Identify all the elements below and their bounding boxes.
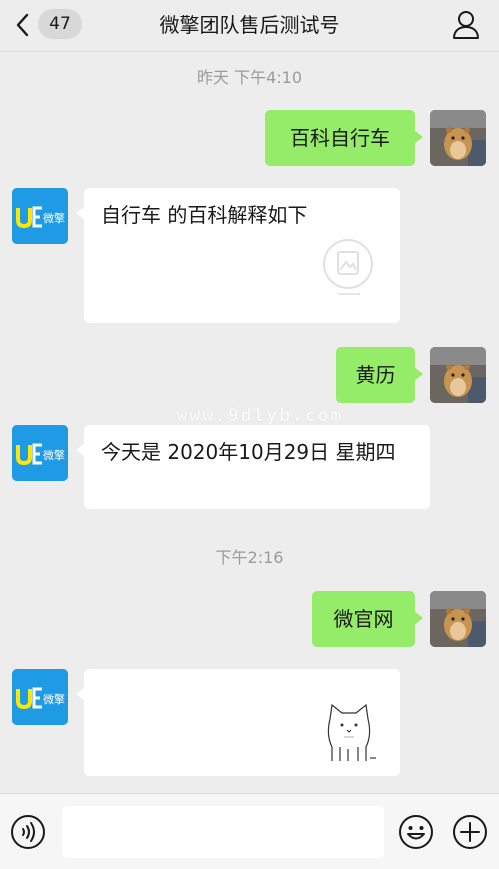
outgoing-message[interactable]: 微官网 xyxy=(312,591,423,647)
input-bar xyxy=(0,793,499,869)
message-input[interactable] xyxy=(62,806,384,858)
incoming-card-message[interactable] xyxy=(76,669,400,776)
voice-icon[interactable] xyxy=(10,814,46,850)
plus-icon[interactable] xyxy=(452,814,488,850)
bot-logo-text: 微擎 xyxy=(43,211,65,225)
profile-icon[interactable] xyxy=(452,10,480,40)
bot-avatar[interactable]: 微擎 xyxy=(12,669,68,725)
chat-title: 微擎团队售后测试号 xyxy=(159,13,340,37)
outgoing-message[interactable]: 百科自行车 xyxy=(265,110,423,166)
incoming-message-text: 今天是 2020年10月29日 星期四 xyxy=(101,440,396,464)
thumbnail-placeholder-icon xyxy=(323,239,373,295)
bot-avatar[interactable]: 微擎 xyxy=(12,425,68,481)
user-avatar[interactable] xyxy=(430,347,486,403)
bot-logo-text: 微擎 xyxy=(43,692,65,706)
bot-avatar[interactable]: 微擎 xyxy=(12,188,68,244)
chat-header: 47 微擎团队售后测试号 xyxy=(0,0,499,52)
outgoing-message[interactable]: 黄历 xyxy=(336,347,423,403)
timestamp: 昨天 下午4:10 xyxy=(196,68,303,87)
incoming-message[interactable]: 今天是 2020年10月29日 星期四 xyxy=(76,425,430,509)
watermark: www.9dlyb.com xyxy=(176,405,344,426)
incoming-message[interactable]: 自行车 的百科解释如下 xyxy=(76,188,400,323)
emoji-icon[interactable] xyxy=(398,814,434,850)
hamster-avatar-image xyxy=(430,347,486,403)
hamster-avatar-image xyxy=(430,110,486,166)
weiqing-logo-icon: 微擎 xyxy=(12,188,68,244)
incoming-message-text: 自行车 的百科解释如下 xyxy=(101,203,308,227)
unread-count-badge[interactable]: 47 xyxy=(38,9,82,39)
bot-logo-text: 微擎 xyxy=(43,448,65,462)
hamster-avatar-image xyxy=(430,591,486,647)
user-avatar[interactable] xyxy=(430,591,486,647)
timestamp: 下午2:16 xyxy=(215,548,284,567)
weiqing-logo-icon: 微擎 xyxy=(12,425,68,481)
user-avatar[interactable] xyxy=(430,110,486,166)
weiqing-logo-icon: 微擎 xyxy=(12,669,68,725)
back-chevron-icon[interactable] xyxy=(12,12,34,38)
cat-illustration-icon xyxy=(327,703,376,761)
